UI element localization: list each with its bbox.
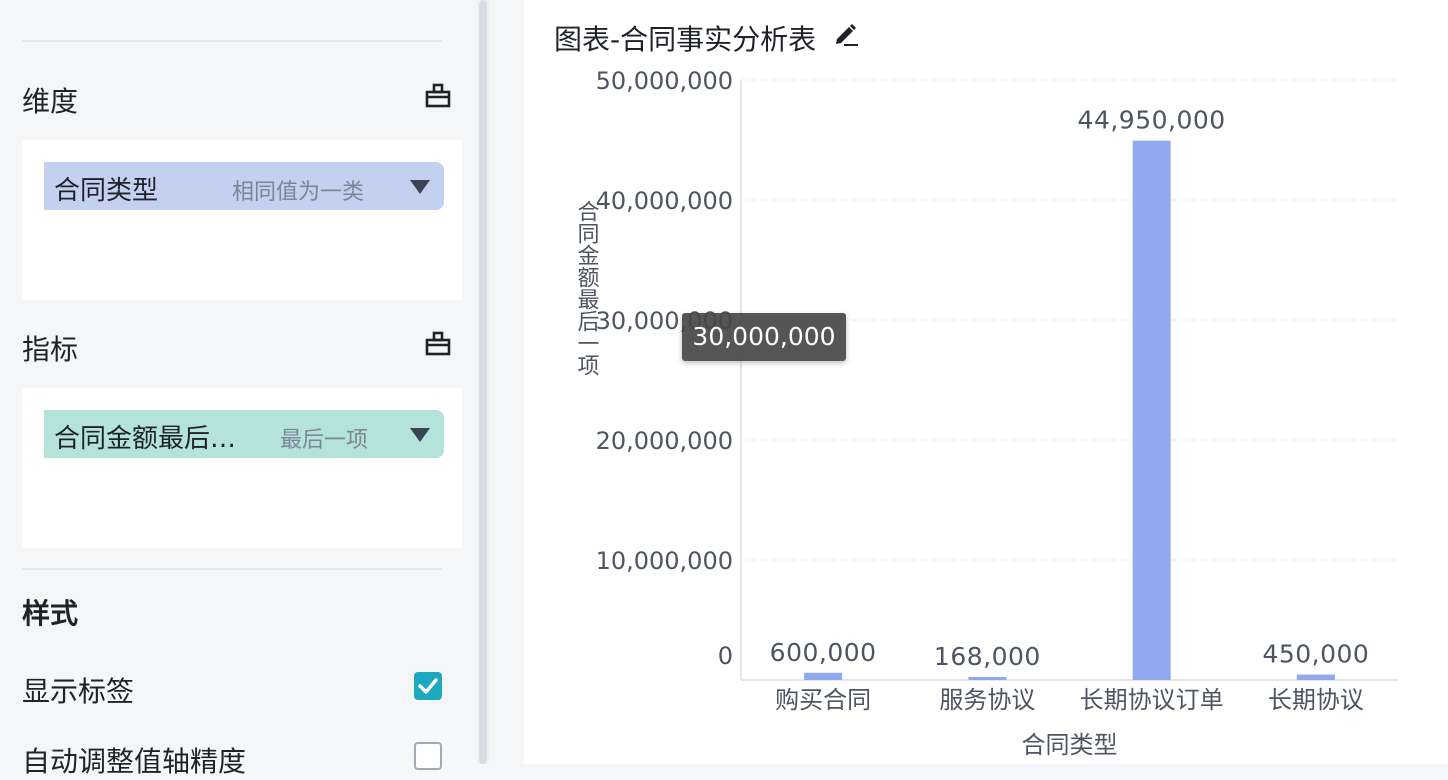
divider (22, 40, 442, 42)
config-panel: 维度 合同类型 相同值为一类 指标 合同金额最后… 最后一项 样式 显示标签 自… (0, 0, 476, 778)
chevron-down-icon[interactable] (410, 428, 430, 442)
bar (1296, 674, 1335, 680)
x-tick-label: 服务协议 (939, 686, 1035, 714)
measure-dropzone[interactable]: 合同金额最后… 最后一项 (22, 388, 462, 548)
bar (968, 677, 1007, 680)
bar-data-label: 600,000 (770, 638, 877, 667)
dimension-chip[interactable]: 合同类型 相同值为一类 (44, 162, 444, 210)
chart-panel: 0 10,000,000 20,000,000 30,000,000 40,000,00… (524, 0, 1448, 764)
bar-data-label: 168,000 (934, 642, 1041, 671)
measure-field-name: 合同金额最后… (54, 424, 237, 454)
x-tick-label: 长期协议 (1268, 686, 1364, 714)
table-add-icon[interactable] (424, 330, 452, 358)
dimension-field-agg: 相同值为一类 (232, 180, 365, 205)
bar-data-label: 44,950,000 (1078, 106, 1226, 135)
edit-pen-icon[interactable] (832, 20, 860, 48)
y-tick-label: 50,000,000 (596, 67, 733, 95)
y-tick-label: 40,000,000 (596, 187, 733, 215)
x-tick-label: 购买合同 (775, 686, 871, 714)
style-heading: 样式 (22, 597, 79, 630)
show-labels-label: 显示标签 (22, 675, 135, 708)
y-tick-label: 10,000,000 (596, 547, 733, 575)
bar-data-label: 450,000 (1262, 640, 1369, 669)
chart-title: 图表-合同事实分析表 (554, 23, 817, 56)
checkmark-icon (418, 678, 438, 694)
measure-label: 指标 (22, 333, 79, 366)
scrollbar-thumb[interactable] (479, 0, 487, 764)
y-tick-label: 0 (718, 642, 733, 670)
show-labels-checkbox[interactable] (414, 672, 442, 700)
dimension-dropzone[interactable]: 合同类型 相同值为一类 (22, 140, 462, 300)
chevron-down-icon[interactable] (410, 180, 430, 194)
measure-field-agg: 最后一项 (280, 428, 369, 453)
x-axis-title: 合同类型 (1022, 731, 1118, 759)
x-tick-label: 长期协议订单 (1080, 686, 1224, 714)
chart-tooltip: 30,000,000 (682, 313, 846, 361)
dimension-field-name: 合同类型 (54, 176, 159, 206)
y-tick-label: 20,000,000 (596, 427, 733, 455)
auto-axis-precision-label: 自动调整值轴精度 (22, 745, 247, 778)
divider (22, 568, 442, 570)
table-add-icon[interactable] (424, 82, 452, 110)
y-axis-title: 合同金额最后一项 (574, 200, 600, 376)
bar-chart: 0 10,000,000 20,000,000 30,000,000 40,000,00… (574, 67, 1398, 759)
bar (804, 672, 843, 680)
bar (1132, 140, 1171, 681)
measure-chip[interactable]: 合同金额最后… 最后一项 (44, 410, 444, 458)
dimension-label: 维度 (22, 85, 79, 118)
scrollbar[interactable] (477, 0, 489, 764)
auto-axis-precision-checkbox[interactable] (414, 742, 442, 770)
